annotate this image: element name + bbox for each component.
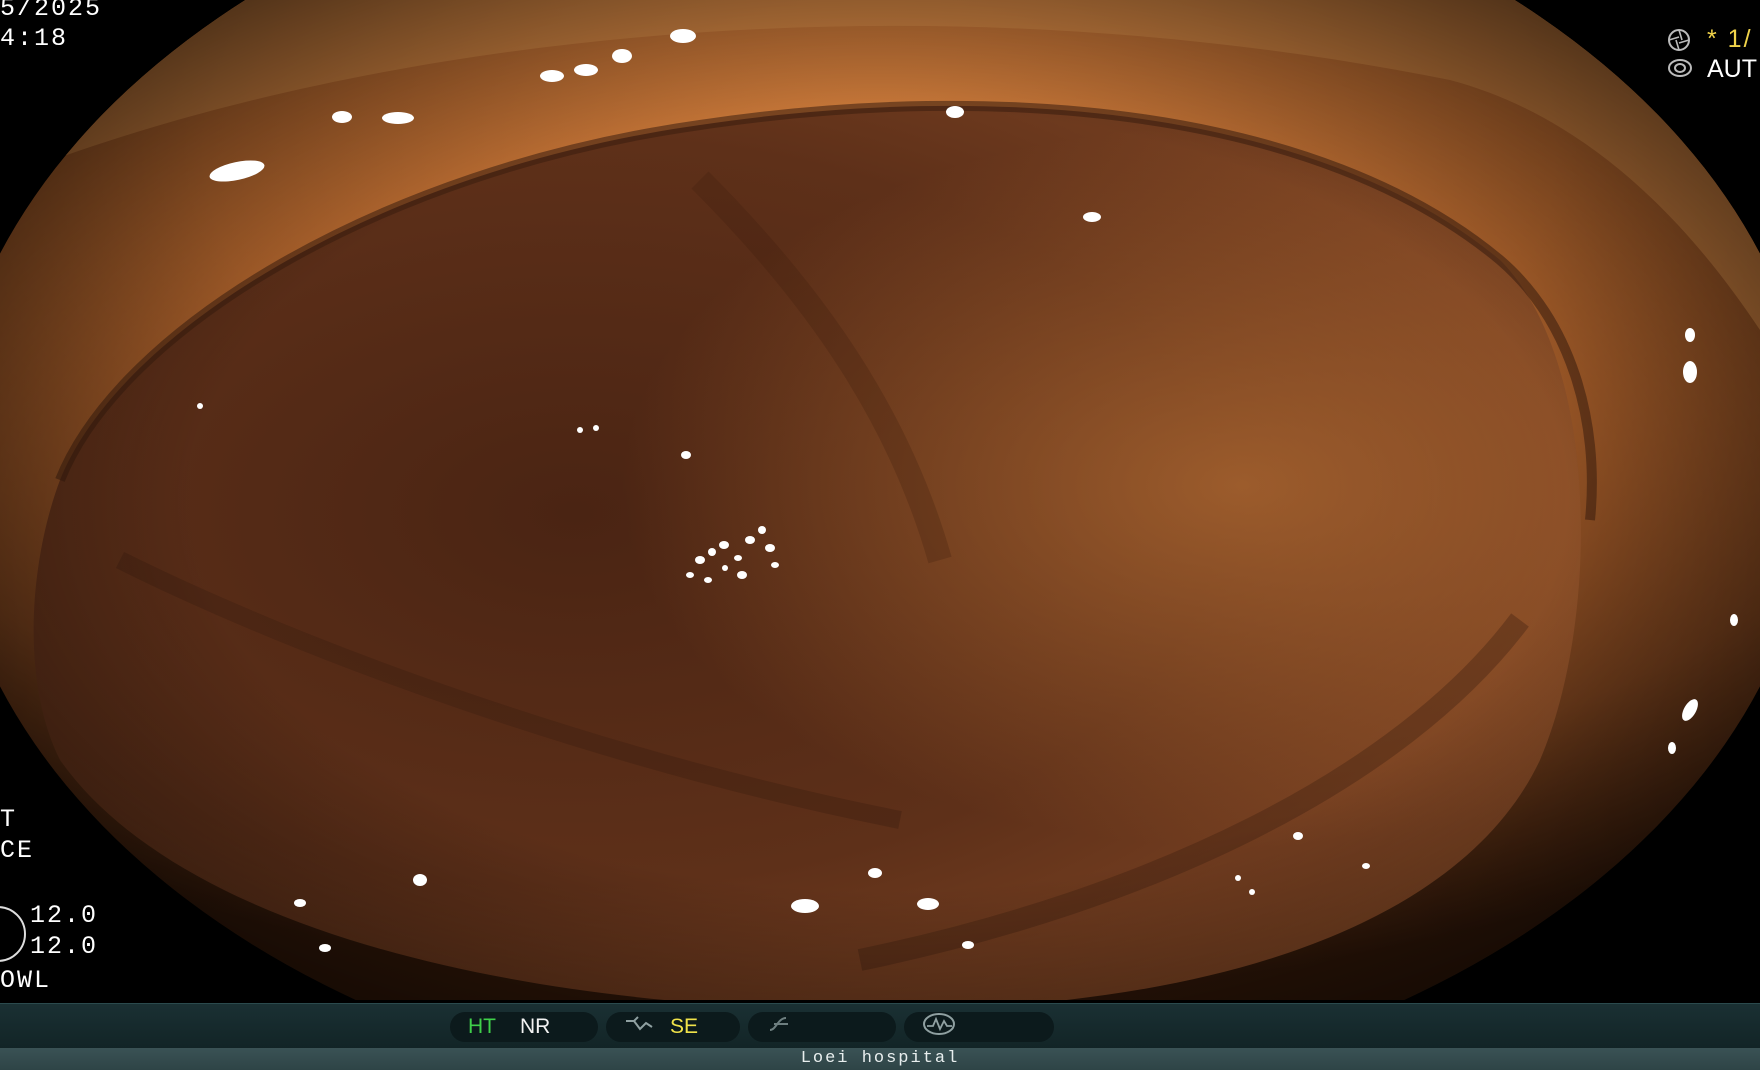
left-label-2: CE xyxy=(0,836,35,865)
value-1: 12.0 xyxy=(30,901,99,930)
left-label-3: OWL xyxy=(0,966,52,995)
color-enhance-group xyxy=(748,1012,896,1042)
ht-indicator: HT xyxy=(468,1015,496,1038)
nr-indicator: NR xyxy=(520,1015,551,1038)
zoom-indicator: * 1/ xyxy=(1707,25,1753,53)
se-indicator: SE xyxy=(670,1015,699,1038)
structure-enhance-group: SE xyxy=(606,1012,740,1042)
endoscopic-image xyxy=(0,0,1760,1000)
ht-nr-group: HT NR xyxy=(450,1012,598,1042)
waveform-icon xyxy=(922,1012,956,1042)
shutter-icon xyxy=(1667,28,1691,52)
time-readout: 4:18 xyxy=(0,24,69,53)
status-bar: HT NR SE xyxy=(0,1003,1760,1049)
color-enhance-icon xyxy=(766,1015,796,1039)
left-label-1: T xyxy=(0,805,18,834)
value-2: 12.0 xyxy=(30,932,99,961)
date-readout: 5/2025 xyxy=(0,0,103,23)
exposure-mode: AUT xyxy=(1707,55,1757,83)
hospital-name: Loei hospital xyxy=(800,1049,960,1068)
structure-enhance-icon xyxy=(624,1015,654,1039)
iris-icon xyxy=(1667,57,1693,79)
waveform-group xyxy=(904,1012,1054,1042)
